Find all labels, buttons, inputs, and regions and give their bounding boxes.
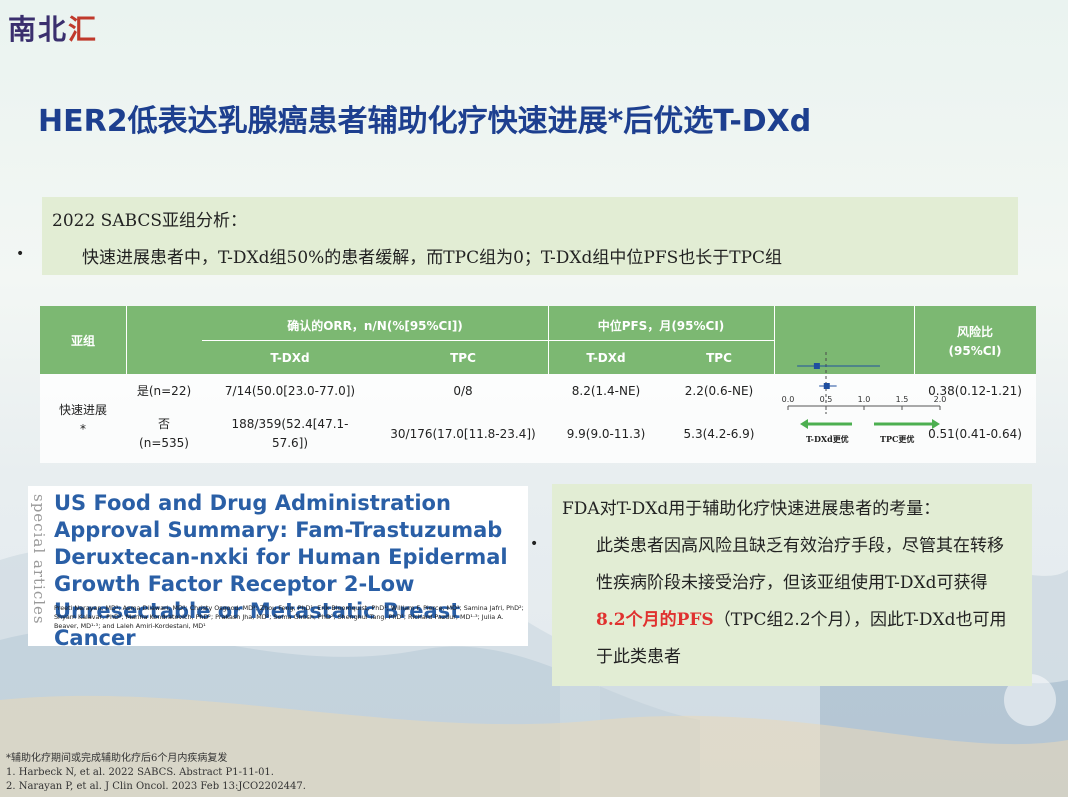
row-yes-label: 是(n=22) — [136, 384, 192, 398]
page-title: HER2低表达乳腺癌患者辅助化疗快速进展*后优选T-DXd — [38, 104, 812, 139]
forest-plot: 0.0 0.5 1.0 1.5 2.0 T-DXd更优 TPC更优 — [782, 352, 947, 444]
summary-box: 2022 SABCS亚组分析： 快速进展患者中，T-DXd组50%的患者缓解，而… — [42, 197, 1018, 275]
sub-col-orr-tdxd: T-DXd — [270, 351, 310, 365]
fda-heading: FDA对T-DXd用于辅助化疗快速进展患者的考量： — [562, 499, 941, 519]
summary-heading: 2022 SABCS亚组分析： — [52, 211, 248, 231]
forest-tick-label: 0.0 — [782, 395, 795, 404]
header-divider — [126, 306, 127, 374]
logo-text-part1: 南北 — [8, 13, 69, 46]
footnote-reference-2: 2. Narayan P, et al. J Clin Oncol. 2023 … — [6, 781, 306, 792]
row-no-orr-tdxd: 188/359(52.4[47.1- — [231, 417, 349, 431]
forest-tick-label: 0.5 — [820, 395, 833, 404]
footnotes: *辅助化疗期间或完成辅助化疗后6个月内疾病复发 1. Harbeck N, et… — [6, 752, 306, 794]
forest-tick-label: 2.0 — [934, 395, 947, 404]
row-yes-pfs-tpc: 2.2(0.6-NE) — [684, 384, 754, 398]
col-pfs: 中位PFS，月(95%CI) — [597, 319, 725, 333]
row-no-pfs-tpc: 5.3(4.2-6.9) — [683, 427, 755, 441]
group-footnote-mark: * — [80, 422, 86, 436]
col-subgroup: 亚组 — [70, 334, 95, 348]
footnote-definition: *辅助化疗期间或完成辅助化疗后6个月内疾病复发 — [6, 753, 228, 764]
footnote-reference-1: 1. Harbeck N, et al. 2022 SABCS. Abstrac… — [6, 767, 274, 778]
group-label: 快速进展 — [58, 403, 107, 417]
fda-highlight: 8.2个月的PFS — [596, 610, 714, 630]
paper-authors: Preeti Narayan, MD¹; Asma Dilawari, MD¹;… — [54, 604, 524, 630]
row-no-label: 否 — [157, 417, 170, 431]
forest-tick-label: 1.5 — [896, 395, 909, 404]
col-orr: 确认的ORR，n/N(%[95%CI]) — [287, 319, 463, 333]
fda-considerations-box: FDA对T-DXd用于辅助化疗快速进展患者的考量： 此类患者因高风险且缺乏有效治… — [552, 484, 1032, 686]
sub-col-orr-tpc: TPC — [450, 351, 476, 365]
subgroup-table: 亚组 确认的ORR，n/N(%[95%CI]) 中位PFS，月(95%CI) 风… — [40, 306, 1036, 463]
row-yes-orr-tpc: 0/8 — [453, 384, 473, 398]
forest-arrowhead-left — [800, 419, 808, 429]
forest-point — [823, 383, 830, 389]
row-no-pfs-tdxd: 9.9(9.0-11.3) — [566, 427, 646, 441]
row-no-orr-tdxd-cont: 57.6]) — [271, 436, 309, 450]
sub-col-pfs-tpc: TPC — [706, 351, 732, 365]
paper-section-label: special articles — [30, 494, 48, 625]
brand-logo: 南北汇 — [8, 8, 98, 48]
fda-text-a: 此类患者因高风险且缺乏有效治疗手段，尽管其在转移性疾病阶段未接受治疗，但该亚组使… — [596, 536, 1004, 593]
row-no-label-n: (n=535) — [139, 436, 189, 450]
logo-text-part2: 汇 — [68, 13, 99, 46]
row-yes-orr-tdxd: 7/14(50.0[23.0-77.0]) — [224, 384, 356, 398]
row-yes-pfs-tdxd: 8.2(1.4-NE) — [571, 384, 641, 398]
sub-col-pfs-tdxd: T-DXd — [586, 351, 626, 365]
fda-body: 此类患者因高风险且缺乏有效治疗手段，尽管其在转移性疾病阶段未接受治疗，但该亚组使… — [596, 528, 1016, 676]
row-no-orr-tpc: 30/176(17.0[11.8-23.4]) — [390, 427, 536, 441]
bullet-marker: • — [530, 536, 539, 552]
summary-text: 快速进展患者中，T-DXd组50%的患者缓解，而TPC组为0；T-DXd组中位P… — [82, 248, 783, 268]
paper-thumbnail: special articles US Food and Drug Admini… — [28, 486, 528, 650]
header-divider — [202, 340, 774, 341]
forest-tick-label: 1.0 — [858, 395, 871, 404]
forest-left-label: T-DXd更优 — [806, 434, 849, 444]
bullet-marker: • — [16, 246, 25, 262]
forest-arrowhead-right — [932, 419, 940, 429]
forest-right-label: TPC更优 — [880, 434, 914, 444]
forest-point — [813, 363, 820, 369]
